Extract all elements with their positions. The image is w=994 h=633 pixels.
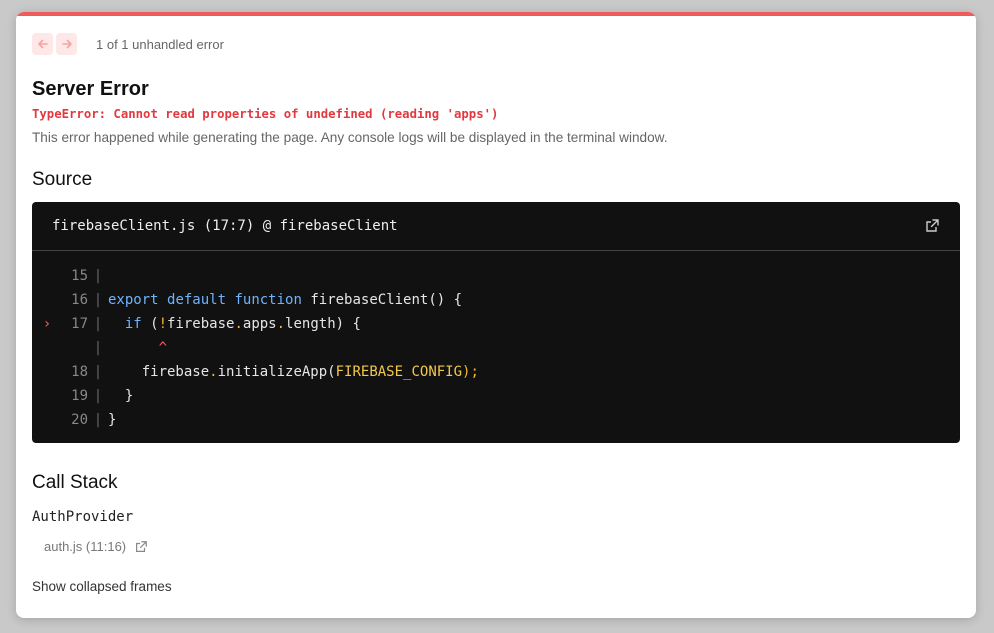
source-heading: Source [32,169,93,190]
external-link-icon [926,219,939,232]
code-token: apps [242,316,277,332]
code-token: export [108,292,159,308]
source-code-frame: firebaseClient.js (17:7) @ firebaseClien… [32,202,960,443]
code-line: | ^ [32,336,960,360]
gutter-separator: | [93,292,103,308]
error-count: 1 of 1 unhandled error [96,36,224,52]
code-line: 16 | export default function firebaseClien… [32,288,960,312]
code-frame-header: firebaseClient.js (17:7) @ firebaseClien… [32,202,960,251]
open-in-editor-button[interactable] [924,218,940,234]
code-text: firebase.initializeApp(FIREBASE_CONFIG); [108,360,479,384]
gutter-separator: | [93,364,103,380]
code-token: length) { [285,316,361,332]
error-overlay-dialog: 1 of 1 unhandled error Server Error Type… [16,12,976,618]
code-token: ( [141,316,159,332]
code-token: firebase [167,316,235,332]
stack-frame-file[interactable]: auth.js (11:16) [44,539,126,554]
next-error-button[interactable] [56,33,77,55]
code-token: default [167,292,227,308]
code-token: . [234,316,243,332]
line-number: 16 [71,292,88,308]
code-token: if [124,316,142,332]
error-message: TypeError: Cannot read properties of und… [32,107,499,121]
code-line: › 17 | if (!firebase.apps.length) { [32,312,960,336]
error-line-marker: › [42,316,52,332]
error-accent-bar [16,12,976,16]
stack-frame-location[interactable]: auth.js (11:16) [44,539,148,554]
gutter-separator: | [93,316,103,332]
error-line-marker [32,288,62,312]
code-token: . [276,316,286,332]
stack-frame-function: AuthProvider [32,509,134,525]
code-line: 18 | firebase.initializeApp(FIREBASE_CONF… [32,360,960,384]
line-number: 18 [71,364,88,380]
gutter-separator: | [93,340,103,356]
code-frame-file[interactable]: firebaseClient.js (17:7) @ firebaseClien… [52,218,398,234]
code-line: 15 | [32,264,960,288]
code-text: } [108,408,116,432]
call-stack-heading: Call Stack [32,472,118,493]
code-text: ^ [108,336,167,360]
code-token: } [108,412,117,428]
gutter-separator: | [93,388,103,404]
code-token: ); [462,364,479,380]
line-number: 19 [71,388,88,404]
code-token: firebaseClient() { [301,292,463,308]
code-line: 20 |} [32,408,960,432]
code-token: function [234,292,302,308]
error-pagination: 1 of 1 unhandled error [32,33,224,55]
code-line: 19 | } [32,384,960,408]
code-token: initializeApp( [217,364,336,380]
error-line-marker [32,264,62,288]
code-lines: 15 | 16 | export default function firebaseCl… [32,251,960,432]
code-token: } [108,388,134,404]
external-link-icon[interactable] [134,540,148,554]
error-line-marker [32,408,62,432]
error-title: Server Error [32,78,149,100]
gutter-separator: | [93,268,103,284]
line-number [62,336,88,360]
code-text: } [108,384,133,408]
show-collapsed-frames-button[interactable]: Show collapsed frames [32,579,172,594]
code-text: if (!firebase.apps.length) { [108,312,361,336]
arrow-left-icon [37,39,48,49]
error-hint: This error happened while generating the… [32,130,668,145]
error-line-marker [32,384,62,408]
error-line-marker [32,360,62,384]
line-number: 20 [71,412,88,428]
code-token: . [209,364,218,380]
code-token: firebase [108,364,210,380]
line-number: 17 [71,316,88,332]
code-text: export default function firebaseClient()… [108,288,462,312]
gutter-separator: | [93,412,103,428]
code-token: FIREBASE_CONFIG [335,364,463,380]
line-number: 15 [71,268,88,284]
code-token: ^ [158,340,168,356]
arrow-right-icon [61,39,72,49]
previous-error-button[interactable] [32,33,53,55]
code-token: ! [158,316,168,332]
error-line-marker [32,336,62,360]
